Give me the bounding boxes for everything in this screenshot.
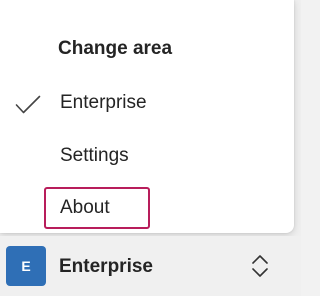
- checkmark-icon: [15, 95, 41, 114]
- area-switcher-button[interactable]: E Enterprise: [0, 236, 301, 296]
- menu-item-settings[interactable]: Settings: [60, 145, 129, 167]
- area-avatar: E: [6, 246, 46, 286]
- menu-title: Change area: [58, 38, 173, 59]
- area-switcher-frame: Change area Enterprise Settings About E …: [0, 0, 301, 296]
- menu-item-about[interactable]: About: [60, 197, 110, 219]
- chevron-up-down-icon: [252, 255, 268, 277]
- menu-item-enterprise[interactable]: Enterprise: [60, 92, 147, 114]
- change-area-menu: Change area Enterprise Settings About: [0, 0, 294, 233]
- current-area-label: Enterprise: [59, 256, 153, 277]
